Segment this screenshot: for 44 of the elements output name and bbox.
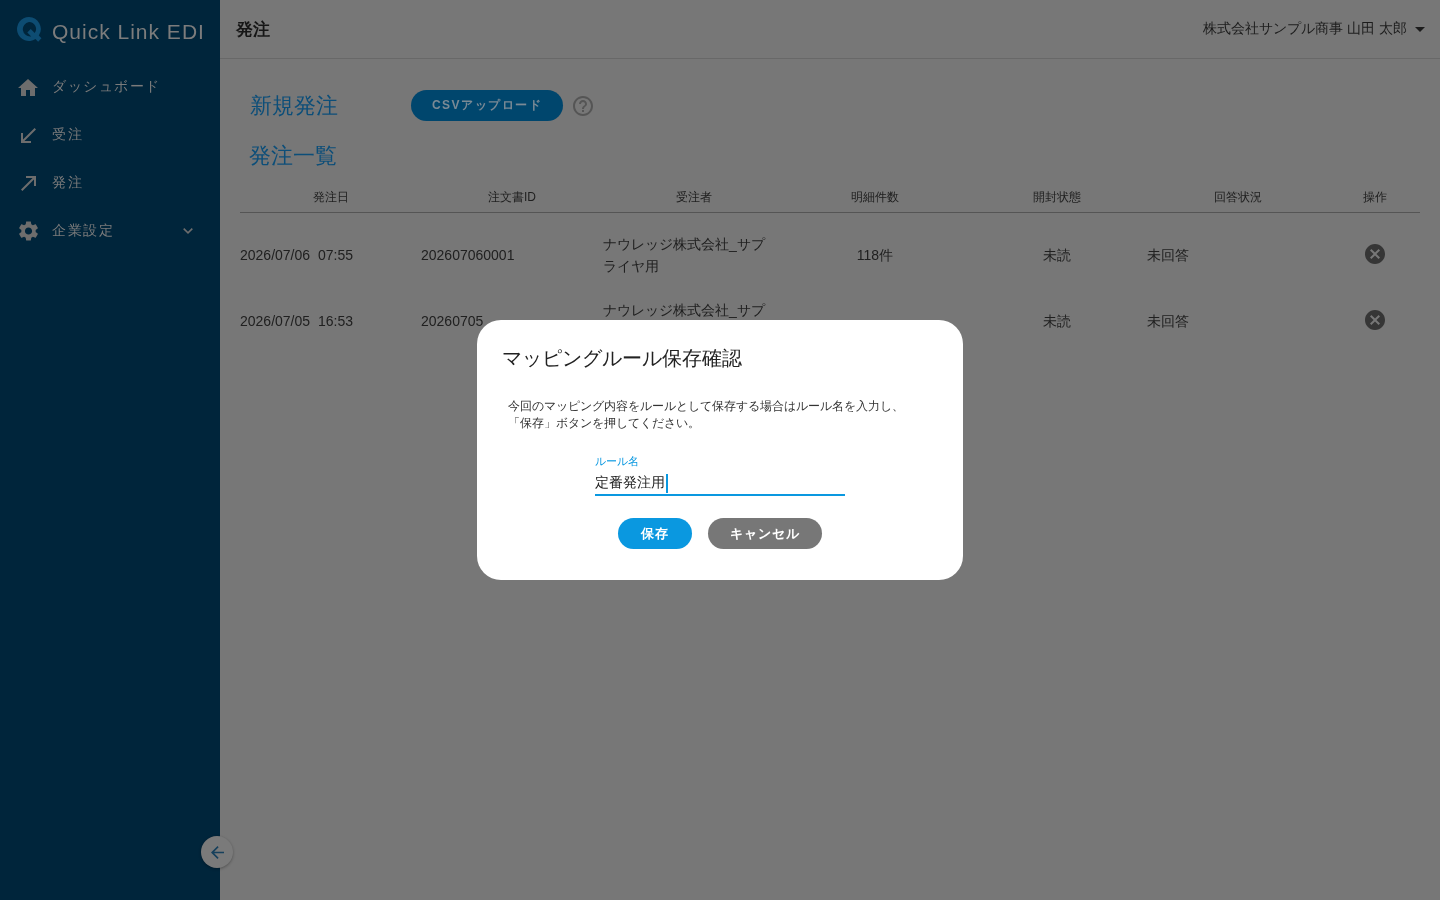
order-date: 2026/07/06 07:55 — [240, 246, 353, 265]
nav-item[interactable]: 発注 — [0, 159, 220, 207]
column-header: 操作 — [1362, 189, 1387, 206]
input-field[interactable]: 定番発注用 — [595, 472, 845, 496]
cancel-button[interactable]: キャンセル — [708, 518, 822, 549]
gear-icon — [18, 221, 38, 241]
recipient-name: ナウレッジ株式会社_サプライヤ用 — [603, 235, 767, 276]
column-header: 注文書ID — [488, 189, 536, 206]
arrow-left-icon — [210, 845, 224, 859]
open-status: 未読 — [1042, 312, 1071, 331]
app-name: Quick Link EDI — [52, 19, 205, 44]
column-header: 発注日 — [312, 189, 349, 206]
user-menu[interactable]: 株式会社サンプル商事 山田 太郎 — [1203, 20, 1425, 38]
recipient-name: ナウレッジ株式会社_サプ — [603, 301, 765, 320]
reply-status: 未回答 — [1147, 312, 1189, 331]
logo-icon — [16, 15, 42, 42]
column-header: 受注者 — [675, 189, 712, 206]
section-heading: 新規発注 — [250, 91, 339, 120]
section-heading: 発注一覧 — [249, 142, 337, 170]
save-button[interactable]: 保存 — [618, 518, 692, 549]
column-header: 明細件数 — [851, 189, 899, 206]
page-title: 発注 — [236, 18, 270, 41]
help-icon[interactable] — [573, 95, 593, 116]
text-cursor-icon — [666, 473, 668, 493]
nav-item[interactable]: ダッシュボード — [0, 63, 220, 111]
field-label: ルール名 — [595, 454, 640, 468]
nav-item[interactable]: 企業設定 — [0, 207, 220, 255]
order-id: 20260705 — [421, 312, 484, 331]
column-header: 回答状況 — [1214, 189, 1262, 206]
upload-button[interactable]: CSVアップロード — [411, 90, 563, 121]
order-date: 2026/07/05 16:53 — [240, 312, 353, 331]
nav-item[interactable]: 受注 — [0, 111, 220, 159]
line-count: 118件 — [856, 246, 894, 265]
dialog-title: マッピングルール保存確認 — [502, 346, 743, 371]
arrow-up-right-icon — [20, 175, 36, 191]
reply-status: 未回答 — [1147, 246, 1189, 265]
home-icon — [18, 78, 38, 96]
collapse-button[interactable] — [201, 836, 233, 868]
caret-icon — [1415, 26, 1425, 32]
order-id: 202607060001 — [421, 246, 515, 265]
dialog-message: 今回のマッピング内容をルールとして保存する場合はルール名を入力し、「保存」ボタンを押してください。 — [508, 398, 905, 432]
open-status: 未読 — [1042, 246, 1071, 265]
column-header: 開封状態 — [1032, 189, 1081, 206]
arrow-down-left-icon — [20, 127, 36, 143]
